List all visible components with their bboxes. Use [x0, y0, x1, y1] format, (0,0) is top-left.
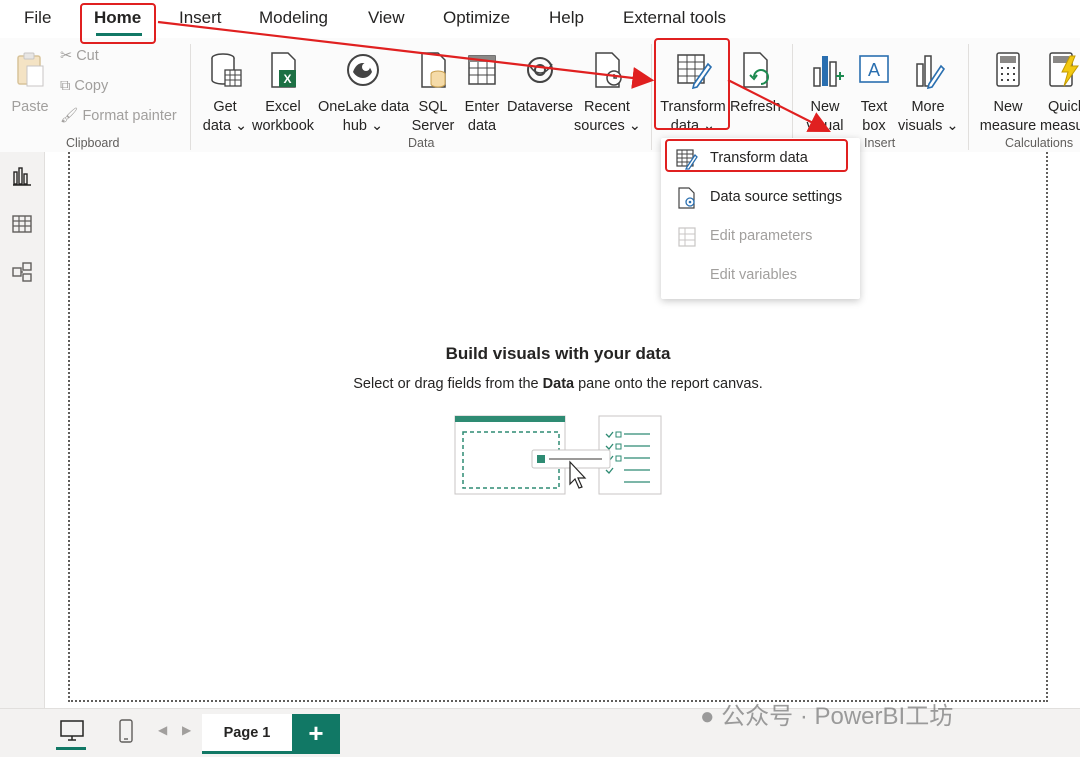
annotation-arrows — [157, 20, 831, 132]
arrow-home-to-transform — [157, 20, 655, 89]
arrow-transform-to-menu — [727, 79, 831, 132]
